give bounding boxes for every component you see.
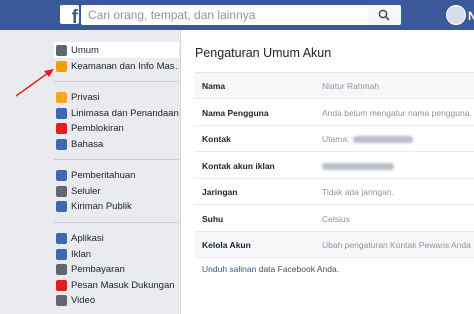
sidebar-item-0-0[interactable]: Umum (54, 42, 179, 58)
block-icon (56, 123, 67, 135)
card-icon (56, 264, 67, 276)
page-title: Pengaturan Umum Akun (195, 46, 332, 60)
settings-row[interactable]: Kontak Utama: (195, 126, 474, 152)
sidebar-item-label: Linimasa dan Penandaan (71, 107, 179, 119)
rss-icon (56, 201, 67, 213)
sidebar-item-3-3[interactable]: Pesan Masuk Dukungan (54, 278, 179, 294)
settings-row-label: Nama (202, 81, 226, 91)
download-note: Unduh salinan data Facebook Anda. (202, 264, 339, 274)
search-button[interactable] (368, 5, 401, 25)
settings-row[interactable]: Suhu Celsius (195, 206, 474, 232)
redacted-value (322, 162, 394, 170)
sidebar-item-1-2[interactable]: Pemblokiran (54, 121, 179, 137)
settings-row-value: Tidak ada jaringan. (322, 187, 394, 197)
settings-row-value-text: Anda belum mengatur nama pengguna. (322, 107, 472, 118)
settings-row-label: Suhu (202, 213, 224, 224)
settings-row-label: Kontak (202, 134, 231, 144)
apps-icon (56, 233, 67, 245)
settings-row-value: Celsius (322, 214, 350, 224)
language-icon (56, 138, 67, 150)
settings-row-label: Nama Pengguna (202, 107, 269, 118)
sidebar-item-1-1[interactable]: Linimasa dan Penandaan (54, 106, 179, 122)
search-input[interactable] (81, 5, 368, 25)
sidebar-group-1: Umum Keamanan dan Info Mas… (54, 42, 179, 74)
sidebar-item-3-1[interactable]: Iklan (54, 247, 179, 263)
settings-row-label: Jaringan (202, 187, 238, 197)
shield-icon (56, 60, 67, 72)
settings-row-label: Kontak akun iklan (202, 160, 275, 171)
facebook-logo-letter: f (71, 7, 78, 28)
settings-row-value: Niatur Rahmah (322, 81, 379, 91)
sidebar-divider (54, 222, 179, 223)
search-bar[interactable] (81, 5, 368, 25)
settings-row-value-text: Utama: (322, 134, 350, 144)
sidebar-item-1-0[interactable]: Privasi (54, 90, 179, 106)
sidebar-item-0-1[interactable]: Keamanan dan Info Mas… (54, 58, 179, 74)
sidebar-item-label: Pemberitahuan (71, 170, 136, 182)
timeline-icon (56, 107, 67, 119)
sidebar-divider (54, 159, 179, 160)
redacted-value (353, 136, 414, 144)
sidebar-item-label: Iklan (71, 248, 92, 260)
ads-icon (56, 248, 67, 260)
settings-row-value: Ubah pengaturan Kontak Pewaris Anda (322, 240, 471, 250)
mobile-icon (56, 185, 67, 197)
globe-icon (56, 170, 67, 182)
sidebar-item-3-0[interactable]: Aplikasi (54, 231, 179, 247)
download-note-text: data Facebook Anda. (256, 264, 340, 274)
sidebar-item-label: Pemblokiran (71, 123, 124, 135)
settings-row-value: Utama: (322, 134, 414, 144)
sidebar-item-3-2[interactable]: Pembayaran (54, 262, 179, 278)
sidebar-item-label: Aplikasi (71, 233, 104, 245)
avatar[interactable] (446, 5, 466, 25)
sidebar-item-label: Video (71, 295, 96, 307)
sidebar-group-2: Privasi Linimasa dan Penandaan Pemblokiran… (54, 90, 179, 152)
sidebar-divider (54, 81, 179, 82)
facebook-logo[interactable]: f (60, 5, 79, 28)
sidebar-item-3-4[interactable]: Video (54, 293, 179, 309)
sidebar-item-1-3[interactable]: Bahasa (54, 137, 179, 153)
sidebar-item-label: Pembayaran (71, 264, 125, 276)
search-icon (378, 9, 390, 21)
sidebar-item-label: Seluler (71, 185, 101, 197)
settings-row-value: Anda belum mengatur nama pengguna. (322, 108, 472, 118)
sidebar-item-2-0[interactable]: Pemberitahuan (54, 168, 179, 184)
user-name[interactable]: N (468, 9, 474, 23)
settings-row[interactable]: Jaringan Tidak ada jaringan. (195, 179, 474, 205)
settings-row[interactable]: Kelola Akun Ubah pengaturan Kontak Pewari… (195, 232, 474, 258)
settings-row[interactable]: Nama Niatur Rahmah (195, 73, 474, 99)
settings-row-value-text: Celsius (322, 213, 350, 224)
sidebar-item-2-2[interactable]: Kiriman Publik (54, 199, 179, 215)
settings-row[interactable]: Nama Pengguna Anda belum mengatur nama pe… (195, 100, 474, 126)
annotation-arrow (15, 69, 54, 97)
sidebar-item-label: Keamanan dan Info Mas… (71, 60, 179, 72)
gear-icon (56, 44, 67, 56)
sidebar-item-label: Umum (71, 44, 99, 56)
lock-icon (56, 92, 67, 104)
sidebar-group-3: Pemberitahuan Seluler Kiriman Publik (54, 168, 179, 215)
video-icon (56, 295, 67, 307)
download-copy-link[interactable]: Unduh salinan (202, 264, 256, 274)
lifebuoy-icon (56, 279, 67, 291)
main-settings-panel: Pengaturan Umum Akun Nama Niatur Rahmah Na… (181, 30, 474, 314)
settings-row-value (322, 161, 394, 171)
top-navigation-bar: f N (0, 0, 474, 30)
sidebar-item-label: Pesan Masuk Dukungan (71, 279, 175, 291)
settings-row-value-text: Tidak ada jaringan. (322, 187, 394, 197)
settings-row[interactable]: Kontak akun iklan (195, 153, 474, 179)
sidebar-group-4: Aplikasi Iklan Pembayaran Pesan Masuk Dukun… (54, 231, 179, 309)
sidebar-item-label: Privasi (71, 92, 100, 104)
settings-row-value-text: Niatur Rahmah (322, 81, 380, 91)
settings-row-label: Kelola Akun (202, 240, 251, 250)
settings-row-value-text: Ubah pengaturan Kontak Pewaris Anda (322, 240, 471, 250)
sidebar-item-label: Bahasa (71, 138, 104, 150)
sidebar-item-label: Kiriman Publik (71, 201, 132, 213)
sidebar-item-2-1[interactable]: Seluler (54, 184, 179, 200)
